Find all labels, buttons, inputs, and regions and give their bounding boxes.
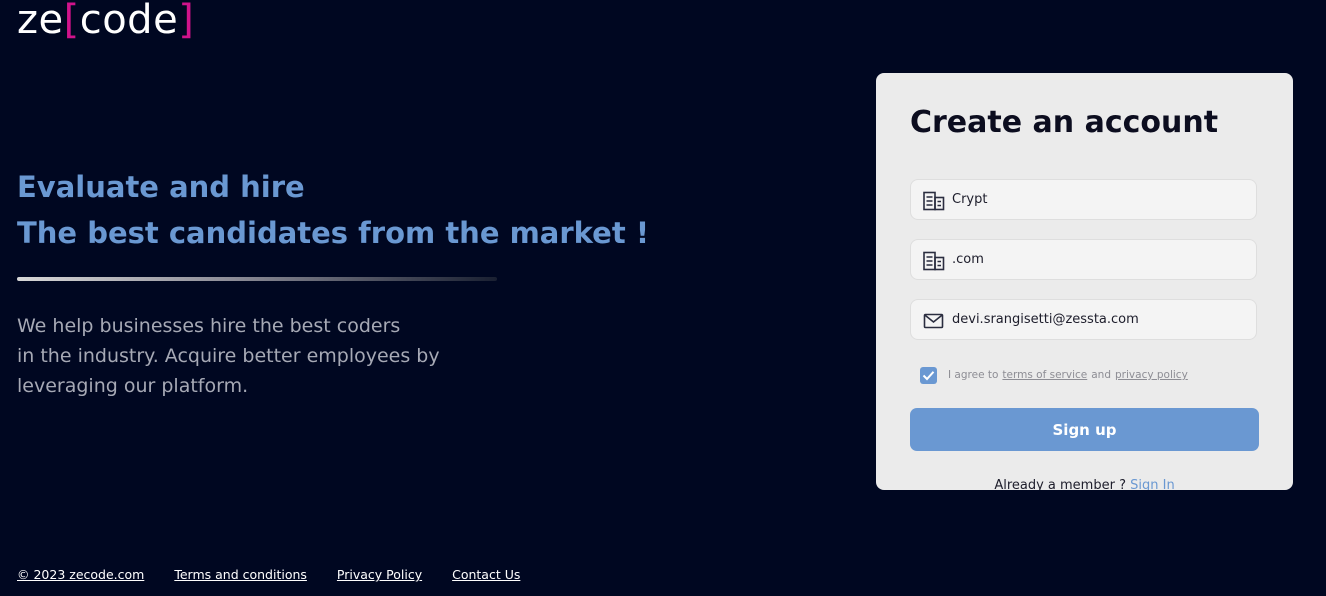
signup-title: Create an account (910, 105, 1219, 140)
company-name-field[interactable] (910, 179, 1257, 220)
contact-us-link[interactable]: Contact Us (452, 566, 520, 584)
logo-close-bracket: ] (178, 0, 195, 43)
logo-open-bracket: [ (63, 0, 80, 43)
terms-of-service-link[interactable]: terms of service (1002, 369, 1087, 381)
sign-in-link[interactable]: Sign In (1130, 478, 1175, 490)
hero-title-line1: Evaluate and hire (17, 170, 305, 204)
hero-divider (17, 277, 497, 281)
already-member-text: Already a member ? (994, 478, 1126, 490)
logo-prefix: ze (17, 0, 64, 43)
already-member-row: Already a member ? Sign In (876, 477, 1293, 490)
privacy-policy-link[interactable]: privacy policy (1115, 369, 1188, 381)
email-input[interactable] (952, 300, 1247, 339)
building-icon (923, 191, 945, 211)
hero-description: We help businesses hire the best coders … (17, 311, 487, 401)
hero-description-line: in the industry. Acquire better employee… (17, 345, 440, 367)
footer: © 2023 zecode.com Terms and conditions P… (17, 566, 550, 584)
company-domain-field[interactable] (910, 239, 1257, 280)
copyright-link[interactable]: © 2023 zecode.com (17, 566, 144, 584)
terms-and-conditions-link[interactable]: Terms and conditions (174, 566, 307, 584)
zecode-logo[interactable]: ze[code] (17, 0, 194, 44)
hero-title: Evaluate and hire The best candidates fr… (17, 164, 717, 256)
signup-card: Create an account Crypt .com devi.srangi… (876, 73, 1293, 490)
hero-title-line2: The best candidates from the market ! (17, 216, 650, 250)
company-domain-input[interactable] (952, 240, 1247, 279)
company-name-input[interactable] (952, 180, 1247, 219)
agree-and: and (1091, 369, 1112, 381)
checkmark-icon (922, 370, 935, 380)
privacy-policy-footer-link[interactable]: Privacy Policy (337, 566, 422, 584)
terms-agreement: I agree to terms of service and privacy … (920, 366, 1188, 384)
email-field[interactable] (910, 299, 1257, 340)
sign-up-button[interactable]: Sign up (910, 408, 1259, 451)
agree-checkbox[interactable] (920, 366, 937, 384)
building-icon (923, 251, 945, 271)
agree-prefix: I agree to (948, 369, 999, 381)
mail-icon (923, 311, 945, 331)
logo-word: code (79, 0, 179, 43)
hero-description-line: We help businesses hire the best coders (17, 315, 401, 337)
hero-description-line: leveraging our platform. (17, 375, 249, 397)
